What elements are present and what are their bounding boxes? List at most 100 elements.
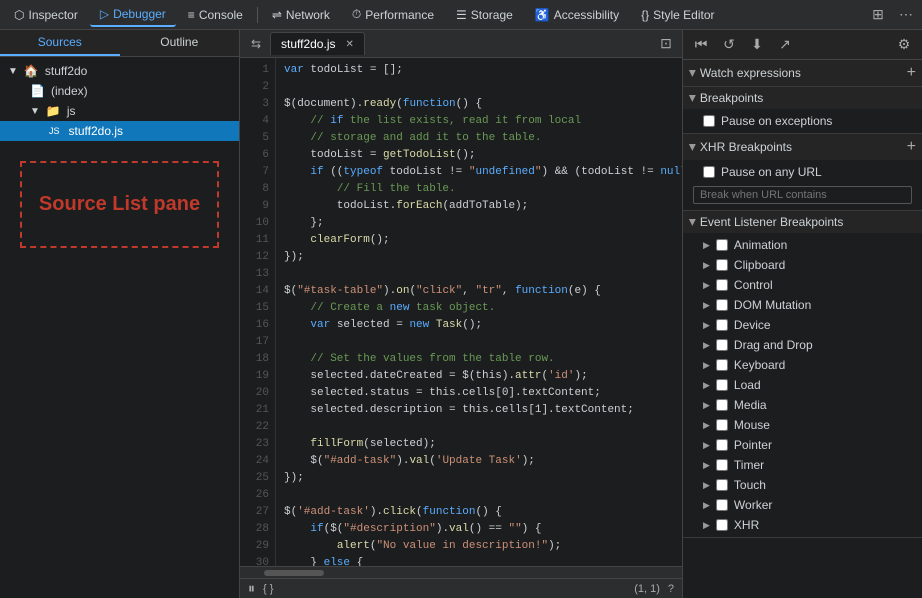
tab-performance[interactable]: ⏱ Performance xyxy=(342,3,444,26)
tree-item-stuff2do[interactable]: ▼ 🏠 stuff2do xyxy=(0,61,239,81)
tab-accessibility[interactable]: ♿ Accessibility xyxy=(525,4,629,26)
pause-on-exceptions-item[interactable]: Pause on exceptions xyxy=(683,111,922,131)
event-checkbox[interactable] xyxy=(716,399,728,411)
expand-icon: ▶ xyxy=(703,280,710,291)
event-item-clipboard[interactable]: ▶Clipboard xyxy=(683,255,922,275)
expand-icon: ▶ xyxy=(703,420,710,431)
section-event-listeners-header[interactable]: ▶ Event Listener Breakpoints xyxy=(683,211,922,233)
event-checkbox[interactable] xyxy=(716,419,728,431)
event-item-pointer[interactable]: ▶Pointer xyxy=(683,435,922,455)
expand-icon: ▶ xyxy=(703,260,710,271)
split-left-icon[interactable]: ⇆ xyxy=(244,32,268,56)
storage-icon: ☰ xyxy=(456,8,467,22)
event-item-animation[interactable]: ▶Animation xyxy=(683,235,922,255)
more-tools-icon[interactable]: ⋯ xyxy=(894,3,918,27)
tab-sources[interactable]: Sources xyxy=(0,30,120,56)
event-checkbox[interactable] xyxy=(716,459,728,471)
resume-button[interactable]: ⏮ xyxy=(689,33,713,57)
event-checkbox[interactable] xyxy=(716,259,728,271)
xhr-add-button[interactable]: + xyxy=(907,138,916,156)
event-item-control[interactable]: ▶Control xyxy=(683,275,922,295)
pause-on-exceptions-checkbox[interactable] xyxy=(703,115,715,127)
tree-item-stuff2do-js[interactable]: JS stuff2do.js xyxy=(0,121,239,141)
responsive-design-icon[interactable]: ⊞ xyxy=(866,3,890,27)
split-right-icon[interactable]: ⊡ xyxy=(654,32,678,56)
expand-icon: ▶ xyxy=(703,400,710,411)
editor-status-bar: ⏸ { } (1, 1) ? xyxy=(240,578,682,598)
section-xhr-breakpoints: ▶ XHR Breakpoints + Pause on any URL xyxy=(683,134,922,211)
tab-style-editor[interactable]: {} Style Editor xyxy=(631,4,724,26)
event-item-drag-and-drop[interactable]: ▶Drag and Drop xyxy=(683,335,922,355)
code-content[interactable]: var todoList = []; $(document).ready(fun… xyxy=(276,58,682,566)
event-item-touch[interactable]: ▶Touch xyxy=(683,475,922,495)
tab-outline[interactable]: Outline xyxy=(120,30,240,56)
event-checkbox[interactable] xyxy=(716,499,728,511)
event-checkbox[interactable] xyxy=(716,439,728,451)
event-item-xhr[interactable]: ▶XHR xyxy=(683,515,922,535)
event-checkbox[interactable] xyxy=(716,379,728,391)
event-checkbox[interactable] xyxy=(716,339,728,351)
toolbar-end: ⊞ ⋯ xyxy=(866,3,918,27)
section-breakpoints-header[interactable]: ▶ Breakpoints xyxy=(683,87,922,109)
event-checkbox[interactable] xyxy=(716,479,728,491)
file-icon: 📄 xyxy=(30,84,45,98)
console-icon: ≡ xyxy=(188,8,195,22)
tab-storage-label: Storage xyxy=(471,8,513,22)
event-item-load[interactable]: ▶Load xyxy=(683,375,922,395)
step-over-button[interactable]: ↺ xyxy=(717,33,741,57)
event-checkbox[interactable] xyxy=(716,279,728,291)
section-xhr-header[interactable]: ▶ XHR Breakpoints + xyxy=(683,134,922,160)
event-item-device[interactable]: ▶Device xyxy=(683,315,922,335)
event-item-keyboard[interactable]: ▶Keyboard xyxy=(683,355,922,375)
event-label: DOM Mutation xyxy=(734,298,811,312)
event-item-mouse[interactable]: ▶ Mouse xyxy=(683,415,922,435)
expand-icon: ▶ xyxy=(703,380,710,391)
breakpoints-label: Breakpoints xyxy=(700,91,763,105)
event-checkbox[interactable] xyxy=(716,319,728,331)
watch-add-button[interactable]: + xyxy=(907,64,916,82)
event-item-media[interactable]: ▶Media xyxy=(683,395,922,415)
event-label: Device xyxy=(734,318,771,332)
settings-icon[interactable]: ⚙ xyxy=(892,33,916,57)
horizontal-scrollbar[interactable] xyxy=(240,566,682,578)
event-checkbox[interactable] xyxy=(716,299,728,311)
editor-area[interactable]: 1234567891011121314151617181920212223242… xyxy=(240,58,682,566)
tree-item-index[interactable]: 📄 (index) xyxy=(0,81,239,101)
tree-item-js-label: js xyxy=(67,104,76,118)
breakpoints-icon: ⏸ xyxy=(248,580,255,597)
event-checkbox[interactable] xyxy=(716,519,728,531)
tab-console[interactable]: ≡ Console xyxy=(178,4,253,26)
event-label: Touch xyxy=(734,478,766,492)
help-icon[interactable]: ? xyxy=(668,583,674,595)
tab-style-editor-label: Style Editor xyxy=(653,8,714,22)
url-filter-input[interactable] xyxy=(693,186,912,204)
watch-label: Watch expressions xyxy=(700,66,801,80)
section-watch-header[interactable]: ▶ Watch expressions + xyxy=(683,60,922,86)
tab-storage[interactable]: ☰ Storage xyxy=(446,4,523,26)
event-label: Keyboard xyxy=(734,358,785,372)
step-in-button[interactable]: ⬇ xyxy=(745,33,769,57)
scrollbar-thumb[interactable] xyxy=(264,570,324,576)
xhr-content: Pause on any URL xyxy=(683,160,922,210)
event-item-dom-mutation[interactable]: ▶DOM Mutation xyxy=(683,295,922,315)
event-checkbox[interactable] xyxy=(716,239,728,251)
event-item-timer[interactable]: ▶Timer xyxy=(683,455,922,475)
event-label: Mouse xyxy=(734,418,770,432)
pause-on-any-url-item[interactable]: Pause on any URL xyxy=(683,162,922,182)
event-checkbox[interactable] xyxy=(716,359,728,371)
step-out-button[interactable]: ↗ xyxy=(773,33,797,57)
status-left: { } xyxy=(263,583,273,595)
tree-item-stuff2do-label: stuff2do xyxy=(45,64,87,78)
editor-tab-stuff2do-js[interactable]: stuff2do.js ✕ xyxy=(270,32,365,55)
pause-on-any-url-checkbox[interactable] xyxy=(703,166,715,178)
tree-item-js[interactable]: ▼ 📁 js xyxy=(0,101,239,121)
xhr-label: XHR Breakpoints xyxy=(700,140,792,154)
tab-debugger[interactable]: ▷ Debugger xyxy=(90,3,176,27)
close-tab-icon[interactable]: ✕ xyxy=(345,39,353,50)
source-tree: ▼ 🏠 stuff2do 📄 (index) ▼ 📁 js JS stuff2d… xyxy=(0,57,239,598)
event-item-worker[interactable]: ▶Worker xyxy=(683,495,922,515)
tab-accessibility-label: Accessibility xyxy=(554,8,619,22)
tab-network[interactable]: ⇌ Network xyxy=(262,4,340,26)
folder-icon: 📁 xyxy=(46,104,61,118)
tab-inspector[interactable]: ⬡ Inspector xyxy=(4,4,88,26)
